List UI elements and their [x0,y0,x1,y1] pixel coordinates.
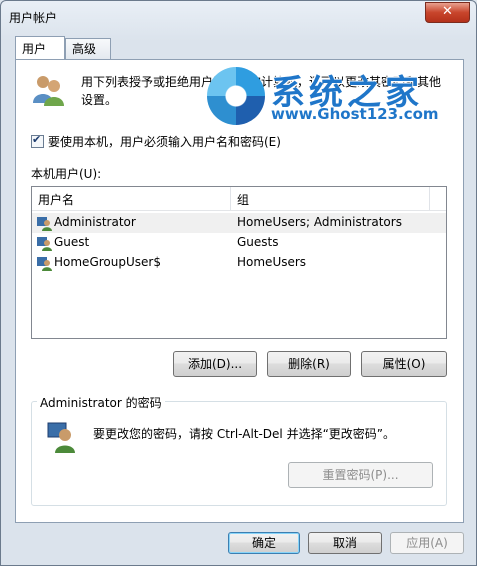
apply-button[interactable]: 应用(A) [390,532,464,554]
watermark-logo-icon [207,67,265,125]
users-icon [33,76,64,106]
user-icon [37,217,52,231]
column-header-group[interactable]: 组 [237,191,249,208]
column-separator[interactable] [429,187,430,210]
tab-advanced[interactable]: 高级 [65,38,111,59]
ok-button[interactable]: 确定 [228,532,300,554]
title-bar[interactable]: 用户帐户 ✕ [1,1,476,31]
require-password-checkbox-row[interactable]: 要使用本机，用户必须输入用户名和密码(E) [31,133,281,150]
window-title: 用户帐户 [9,11,58,25]
user-icon [37,237,52,251]
column-header-username[interactable]: 用户名 [38,191,74,208]
table-row[interactable]: Guest Guests [32,233,446,253]
user-group: HomeUsers [237,255,307,269]
user-name: Guest [54,235,90,249]
password-group-box [31,401,447,506]
user-accounts-window: 用户帐户 ✕ 用户 高级 用下列表授予或拒绝用户访问您的计算机，还可以更改其密码… [0,0,477,566]
cancel-button[interactable]: 取消 [308,532,382,554]
user-password-icon [47,422,75,453]
remove-user-button[interactable]: 删除(R) [267,351,351,377]
watermark: 系统之家 www.Ghost123.com [207,65,473,125]
local-users-label: 本机用户(U): [31,167,102,181]
local-users-list[interactable]: 用户名 组 Administrator HomeUsers; Administr… [31,186,447,339]
list-header: 用户名 组 [32,187,446,211]
user-group: HomeUsers; Administrators [237,215,402,229]
user-group: Guests [237,235,279,249]
properties-button[interactable]: 属性(O) [361,351,447,377]
watermark-url: www.Ghost123.com [271,105,439,123]
user-name: HomeGroupUser$ [54,255,161,269]
require-password-checkbox[interactable] [31,133,44,148]
user-icon [37,257,52,271]
password-instructions: 要更改您的密码，请按 Ctrl-Alt-Del 并选择“更改密码”。 [93,427,396,441]
require-password-label[interactable]: 要使用本机，用户必须输入用户名和密码(E) [48,133,281,150]
column-separator[interactable] [230,187,231,210]
user-name: Administrator [54,215,136,229]
add-user-button[interactable]: 添加(D)... [173,351,257,377]
password-group-title: Administrator 的密码 [37,394,165,411]
table-row[interactable]: HomeGroupUser$ HomeUsers [32,253,446,273]
tab-users[interactable]: 用户 [15,36,65,59]
close-button[interactable]: ✕ [425,2,470,23]
table-row[interactable]: Administrator HomeUsers; Administrators [32,213,446,233]
reset-password-button[interactable]: 重置密码(P)... [288,462,433,488]
